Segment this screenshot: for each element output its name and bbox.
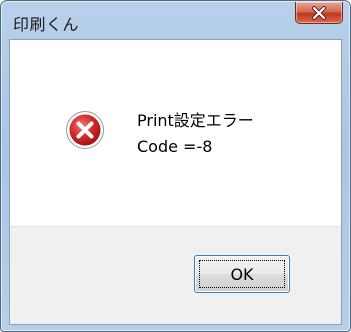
close-x-icon (312, 5, 326, 20)
dialog-window: 印刷くん Print設定エラー Code =-8 OK (0, 0, 351, 332)
error-message: Print設定エラー Code =-8 (137, 108, 254, 160)
button-bar: OK (10, 226, 341, 324)
error-title: Print設定エラー (137, 111, 254, 130)
dialog-content: Print設定エラー Code =-8 OK (9, 39, 342, 325)
error-code: Code =-8 (137, 137, 213, 156)
error-icon (66, 111, 104, 149)
ok-button-label: OK (230, 264, 254, 284)
window-title: 印刷くん (13, 15, 80, 34)
title-bar[interactable]: 印刷くん (1, 1, 350, 39)
ok-button[interactable]: OK (194, 255, 290, 293)
close-button[interactable] (295, 2, 343, 24)
message-area: Print設定エラー Code =-8 (10, 40, 341, 226)
